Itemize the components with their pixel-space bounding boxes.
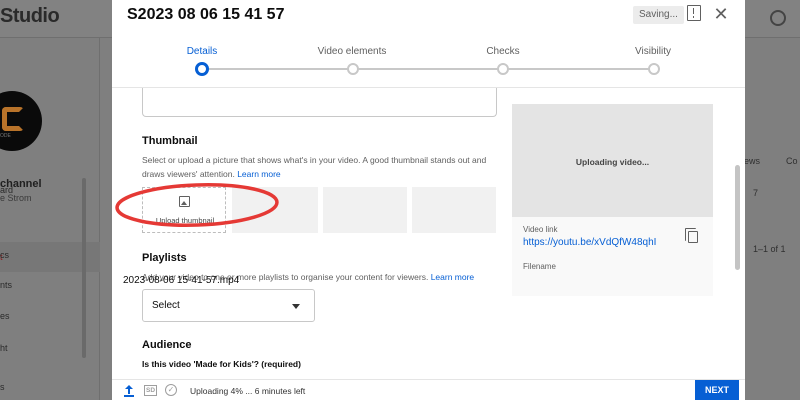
step-checks-label[interactable]: Checks [453,46,553,57]
studio-logo: Studio [0,5,60,27]
video-link-label: Video link [523,225,558,234]
upload-icon[interactable] [124,385,134,397]
comments-column-header: Co [786,156,798,166]
image-upload-icon [179,196,190,207]
dialog-title: S2023 08 06 15 41 57 [127,6,285,23]
upload-thumbnail-button[interactable]: Upload thumbnail [142,187,226,233]
thumbnail-option-2[interactable] [323,187,407,233]
stepper-line [202,68,654,70]
sidebar-item-subtitles: es [0,311,10,321]
dialog-scrollbar[interactable] [735,165,740,270]
upload-status: Uploading 4% ... 6 minutes left [190,386,306,396]
channel-logo-text: ODE [0,133,11,139]
dialog-footer: SD ✓ Uploading 4% ... 6 minutes left NEX… [112,379,745,400]
thumbnail-heading: Thumbnail [142,135,198,147]
saving-badge: Saving... [633,6,684,24]
upload-dialog: S2023 08 06 15 41 57 Saving... ✕ Details… [112,0,745,400]
close-icon[interactable]: ✕ [712,5,730,23]
copy-icon[interactable] [685,228,698,243]
video-preview: Uploading video... [512,104,713,217]
thumbnail-description-text: Select or upload a picture that shows wh… [142,155,487,179]
video-preview-card: Uploading video... Video link https://yo… [512,104,713,296]
upload-arrow-stem [128,387,130,394]
next-button[interactable]: NEXT [695,380,739,400]
sidebar-item-analytics: cs [0,250,9,260]
checks-icon[interactable]: ✓ [165,384,177,396]
sidebar-item-dashboard: ard [0,185,14,195]
caret-down-icon [292,304,300,309]
views-value: 7 [753,188,759,198]
upload-stepper: Details Video elements Checks Visibility [112,38,745,88]
playlists-heading: Playlists [142,252,187,264]
step-video-elements-label[interactable]: Video elements [302,46,402,57]
made-for-kids-question: Is this video 'Made for Kids'? (required… [142,359,301,369]
dialog-header: S2023 08 06 15 41 57 Saving... ✕ [112,0,745,30]
playlist-select[interactable]: Select [142,289,315,322]
step-details-dot[interactable] [195,62,209,76]
filename-value: 2023-08-06 15-41-57.mp4 [123,275,240,286]
upload-arrow-base [124,395,134,397]
step-details-label[interactable]: Details [152,46,252,57]
pagination-text: 1–1 of 1 [753,244,786,254]
step-checks-dot[interactable] [497,63,509,75]
feedback-icon[interactable] [687,5,701,21]
description-field[interactable] [142,88,497,117]
upload-thumbnail-label: Upload thumbnail [155,216,215,225]
video-link[interactable]: https://youtu.be/xVdQfW48qhI [523,237,656,248]
playlist-select-value: Select [152,300,180,311]
sidebar-scrollbar [82,178,86,358]
channel-logo-icon [2,107,24,131]
filename-label: Filename [523,262,556,271]
uploading-video-text: Uploading video... [575,157,650,167]
playlists-learn-more-link[interactable]: Learn more [431,272,474,282]
content-table-edge: ews Co 7 1–1 of 1 [744,38,800,400]
step-visibility-dot[interactable] [648,63,660,75]
views-column-header: ews [744,156,761,166]
sidebar-item-settings: s [0,382,5,392]
step-visibility-label[interactable]: Visibility [603,46,703,57]
audience-heading: Audience [142,339,192,351]
channel-avatar: ODE [0,91,42,151]
account-icon [770,10,786,26]
sd-icon[interactable]: SD [144,385,157,396]
thumbnail-learn-more-link[interactable]: Learn more [237,169,280,179]
sidebar-item-copyright: ht [0,343,8,353]
step-video-elements-dot[interactable] [347,63,359,75]
sidebar-item-comments: nts [0,280,13,290]
thumbnail-description: Select or upload a picture that shows wh… [142,153,502,181]
thumbnail-option-1[interactable] [232,187,318,233]
thumbnail-option-3[interactable] [412,187,496,233]
